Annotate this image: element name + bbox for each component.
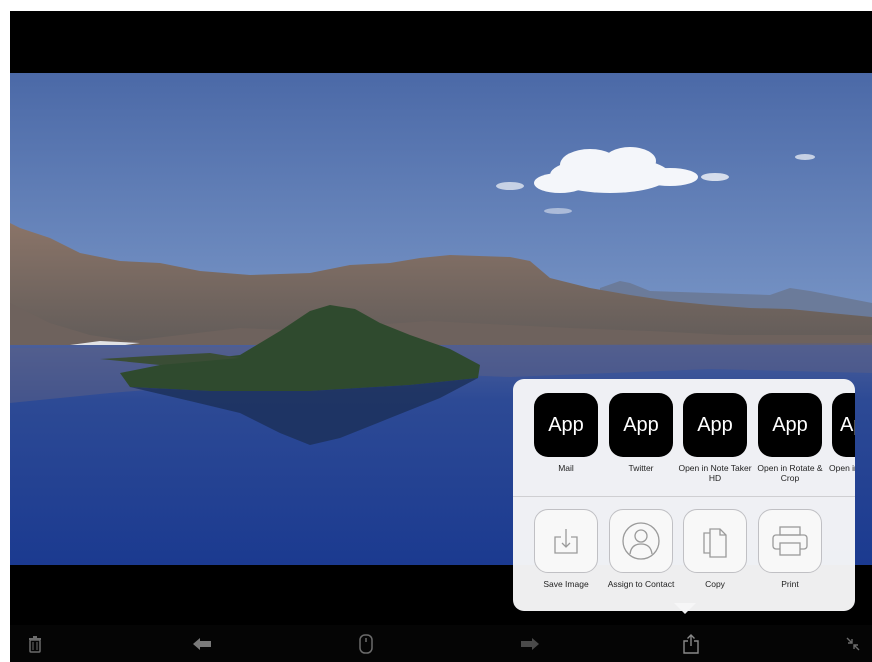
assign-contact-icon[interactable] bbox=[609, 509, 673, 573]
action-label: Save Image bbox=[543, 579, 589, 589]
action-assign-contact[interactable]: Assign to Contact bbox=[604, 509, 678, 589]
app-label: Open in Rotate & Crop bbox=[757, 463, 823, 483]
save-image-icon[interactable] bbox=[534, 509, 598, 573]
open-in-app-icon[interactable]: App bbox=[832, 393, 855, 457]
action-label: Print bbox=[781, 579, 799, 589]
mouse-icon[interactable] bbox=[336, 625, 396, 662]
forward-arrow-icon[interactable] bbox=[500, 625, 560, 662]
share-divider bbox=[513, 496, 855, 497]
mail-app-icon[interactable]: App bbox=[534, 393, 598, 457]
twitter-app-icon[interactable]: App bbox=[609, 393, 673, 457]
action-save-image[interactable]: Save Image bbox=[529, 509, 603, 589]
app-label: Twitter bbox=[628, 463, 654, 473]
back-arrow-icon[interactable] bbox=[172, 625, 232, 662]
app-label: Mail bbox=[558, 463, 574, 473]
share-app-mail[interactable]: App Mail bbox=[529, 393, 603, 473]
note-taker-app-icon[interactable]: App bbox=[683, 393, 747, 457]
bottom-toolbar bbox=[10, 625, 872, 662]
exit-fullscreen-icon[interactable] bbox=[823, 625, 872, 662]
share-app-rotate-crop[interactable]: App Open in Rotate & Crop bbox=[753, 393, 827, 483]
action-label: Copy bbox=[705, 579, 725, 589]
share-icon[interactable] bbox=[661, 625, 721, 662]
copy-icon[interactable] bbox=[683, 509, 747, 573]
share-app-open-in[interactable]: App Open in bbox=[827, 393, 855, 473]
action-copy[interactable]: Copy bbox=[678, 509, 752, 589]
share-apps-row: App Mail App Twitter App Open in Note Ta… bbox=[513, 379, 855, 497]
print-icon[interactable] bbox=[758, 509, 822, 573]
share-app-note-taker[interactable]: App Open in Note Taker HD bbox=[678, 393, 752, 483]
app-label: Open in bbox=[829, 463, 855, 473]
action-print[interactable]: Print bbox=[753, 509, 827, 589]
trash-icon[interactable] bbox=[10, 625, 65, 662]
app-label: Open in Note Taker HD bbox=[678, 463, 752, 483]
share-sheet: App Mail App Twitter App Open in Note Ta… bbox=[513, 379, 855, 611]
rotate-crop-app-icon[interactable]: App bbox=[758, 393, 822, 457]
share-app-twitter[interactable]: App Twitter bbox=[604, 393, 678, 473]
action-label: Assign to Contact bbox=[607, 579, 675, 589]
